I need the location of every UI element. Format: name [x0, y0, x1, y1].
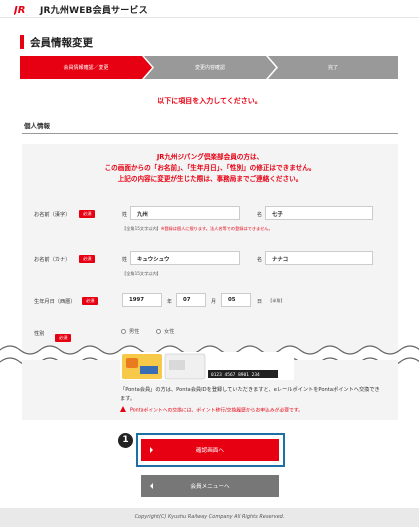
mei-label: 名	[257, 212, 263, 218]
required-badge: 必須	[82, 297, 99, 305]
instruction-text: 以下に項目を入力してください。	[157, 97, 262, 105]
name-kana-label: お名前（カナ）	[34, 257, 71, 263]
ponta-description: 「Ponta会員」の方は、Ponta会員IDを登録していただきますと、eレールポ…	[120, 387, 380, 402]
month-unit: 月	[211, 299, 217, 305]
name-kana-mei-input[interactable]: ナナコ	[265, 251, 373, 265]
step-complete: 完了	[268, 56, 398, 79]
callout-number-badge: 1	[118, 433, 133, 448]
name-kana-hint: 【全角15文字以内】	[122, 271, 161, 276]
jr-logo-icon[interactable]: JR	[14, 3, 34, 15]
member-menu-button[interactable]: 会員メニューへ	[141, 475, 279, 497]
svg-text:JR: JR	[14, 5, 25, 15]
gender-female-radio[interactable]: 女性	[156, 328, 174, 335]
name-kanji-label: お名前（漢字）	[34, 212, 71, 218]
hint-warning: ※登録は個人に限ります。法人名等での登録はできません。	[160, 226, 273, 231]
birthdate-label: 生年月日（西暦）	[34, 299, 76, 305]
birthdate-hint: 【半角】	[268, 298, 285, 303]
required-badge: 必須	[79, 255, 96, 263]
sei-label: 姓	[122, 257, 128, 263]
member-menu-button-label: 会員メニューへ	[190, 484, 230, 490]
radio-circle-icon	[156, 328, 161, 334]
name-kanji-mei-input[interactable]: 七子	[265, 206, 373, 220]
year-unit: 年	[167, 299, 173, 305]
notice-box: JR九州ジパング倶楽部会員の方は、 この画面からの「お名前」、「生年月日」、「性…	[22, 152, 398, 185]
required-badge: 必須	[79, 210, 96, 218]
card-number: 0123 4567 8901 234	[211, 372, 260, 378]
gender-male-radio[interactable]: 男性	[121, 328, 139, 335]
warning-icon	[120, 406, 126, 412]
radio-circle-icon	[121, 328, 126, 334]
birth-month-select[interactable]: 07	[176, 293, 206, 307]
site-header: JR JR九州WEB会員サービス	[0, 0, 419, 18]
gender-label: 性別	[34, 331, 45, 337]
confirm-button[interactable]: 確認画面へ	[141, 439, 279, 461]
site-name[interactable]: JR九州WEB会員サービス	[40, 3, 148, 16]
birth-year-select[interactable]: 1997	[122, 293, 162, 307]
ponta-card-image: 0123 4567 8901 234	[120, 352, 294, 380]
name-kana-sei-input[interactable]: キュウシュウ	[130, 251, 240, 265]
notice-line: 上記の内容に変更が生じた際は、事務局までご連絡ください。	[117, 175, 303, 183]
section-title: 個人情報	[24, 122, 50, 130]
arrow-right-icon	[150, 447, 153, 453]
birth-day-select[interactable]: 05	[221, 293, 251, 307]
section-divider	[22, 133, 398, 134]
title-accent-bar	[20, 35, 24, 49]
arrow-left-icon	[150, 483, 153, 489]
hint-text: 【全角15文字以内】	[122, 226, 161, 231]
step-current: 会員情報確認／変更	[20, 56, 152, 79]
progress-steps: 会員情報確認／変更 変更内容確認 完了	[20, 56, 398, 79]
warning-text: Pontaポイントへの交換には、ポイント移行/交換履歴からお申込みが必要です。	[130, 408, 303, 414]
confirm-button-label: 確認画面へ	[196, 448, 224, 454]
sei-label: 姓	[122, 212, 128, 218]
footer-copyright: Copyright(C) Kyushu Railway Company All …	[0, 508, 419, 527]
radio-label: 女性	[164, 329, 175, 335]
step-confirm: 変更内容確認	[144, 56, 276, 79]
radio-label: 男性	[129, 329, 140, 335]
name-kanji-hint: 【全角15文字以内】※登録は個人に限ります。法人名等での登録はできません。	[122, 226, 273, 232]
notice-line: この画面からの「お名前」、「生年月日」、「性別」の修正はできません。	[104, 164, 316, 172]
mei-label: 名	[257, 257, 263, 263]
ponta-warning: Pontaポイントへの交換には、ポイント移行/交換履歴からお申込みが必要です。	[120, 406, 303, 414]
name-kanji-sei-input[interactable]: 九州	[130, 206, 240, 220]
day-unit: 日	[257, 299, 263, 305]
page-title: 会員情報変更	[30, 37, 93, 49]
notice-line: JR九州ジパング倶楽部会員の方は、	[156, 153, 264, 161]
